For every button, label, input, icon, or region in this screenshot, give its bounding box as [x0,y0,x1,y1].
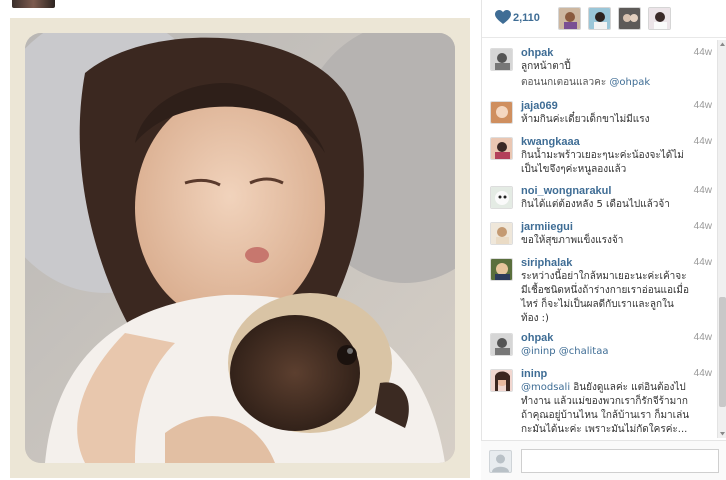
commenter-avatar-image [491,138,512,159]
comment-mention[interactable]: @modsali [521,382,570,393]
commenter-avatar[interactable] [490,137,513,160]
comment-timestamp: 44w [693,185,712,196]
commenter-avatar-image [491,259,512,280]
comment-username[interactable]: ohpak [521,332,553,344]
scroll-up-arrow-icon[interactable] [719,41,726,48]
commenter-avatar[interactable] [490,186,513,209]
comment-username[interactable]: jaja069 [521,100,558,112]
comments-list: ohpak 44w ลูกหน้าตาปี้ ตอนนกเตอนแลวคะ @o… [482,39,718,439]
commenter-avatar[interactable] [490,258,513,281]
commenter-avatar[interactable] [490,333,513,356]
scrollbar-thumb[interactable] [719,297,726,407]
commenter-avatar[interactable] [490,222,513,245]
comment-username[interactable]: jarmiiegui [521,221,573,233]
comment-timestamp: 44w [693,47,712,58]
liker-avatar-image [589,8,610,29]
commenter-avatar[interactable] [490,369,513,392]
commenter-avatar-image [491,334,512,355]
comment-text: ห้ามกินค่ะเดี๋ยวเด็กขาไม่มีแรง [521,114,650,125]
liker-avatar[interactable] [558,7,581,30]
comment-mention[interactable]: @ininp @chalitaa [521,346,608,357]
liker-avatar-image [649,8,670,29]
commenter-avatar-image [491,49,512,70]
commenter-avatar-image [491,187,512,208]
comment-text: @ininp @chalitaa [521,345,691,359]
commenter-avatar-image [491,223,512,244]
comment-username[interactable]: ininp [521,368,547,380]
comment-username[interactable]: kwangkaaa [521,136,580,148]
comment-timestamp: 44w [693,368,712,379]
comment-text-clipped: ตอนนกเตอนแลวคะ @ohpak [521,77,651,88]
liker-avatar[interactable] [588,7,611,30]
default-user-icon [492,454,509,472]
liker-avatar[interactable] [648,7,671,30]
comment-text: กินน้ำมะพร้าวเยอะๆนะค่ะน้องจะได้ไม่เป็นไ… [521,150,684,175]
comment-username[interactable]: ohpak [521,47,553,59]
comment-timestamp: 44w [693,332,712,343]
add-comment-area [481,440,726,480]
comment-text: ลูกหน้าตาปี้ [521,61,571,72]
comment-timestamp: 44w [693,221,712,232]
photo-frame [10,18,470,478]
commenter-avatar-image [491,102,512,123]
liker-avatar[interactable] [618,7,641,30]
comment-text: ระหว่างนี้อย่าใกล้หมาเยอะนะค่ะเค้าจะมีเช… [521,271,690,324]
uploader-avatar-thumbnail[interactable] [12,0,55,8]
commenter-avatar[interactable] [490,48,513,71]
comment-text: กินได้แต่ต้องหลัง 5 เดือนไปแล้วจ้า [521,199,670,210]
commenter-avatar[interactable] [490,101,513,124]
heart-icon[interactable] [495,10,511,25]
comment-username[interactable]: noi_wongnarakul [521,185,611,197]
scroll-down-arrow-icon[interactable] [719,430,726,437]
commenter-avatar-image [491,370,512,391]
comment-text: ขอให้สุขภาพแข็งแรงจ้า [521,235,624,246]
comment-text: @modsali อินยังดูแลค่ะ แต่อินต้องไปทำงาน… [521,382,690,435]
comment-input[interactable] [521,449,719,473]
liker-avatar-image [559,8,580,29]
photo-woman-with-pug [25,33,455,463]
comment-timestamp: 44w [693,100,712,111]
post-photo [25,33,455,463]
comment-username[interactable]: siriphalak [521,257,572,269]
comments-sidebar: 2,110 ohpak 44w ลูกหน้าตาปี้ ตอนนกเตอนแล… [481,0,726,480]
likes-count[interactable]: 2,110 [513,12,540,24]
comment-timestamp: 44w [693,136,712,147]
comments-scrollbar[interactable] [717,40,726,438]
comment-timestamp: 44w [693,257,712,268]
liker-avatar-image [619,8,640,29]
likes-bar: 2,110 [482,0,726,38]
current-user-avatar [489,450,512,473]
